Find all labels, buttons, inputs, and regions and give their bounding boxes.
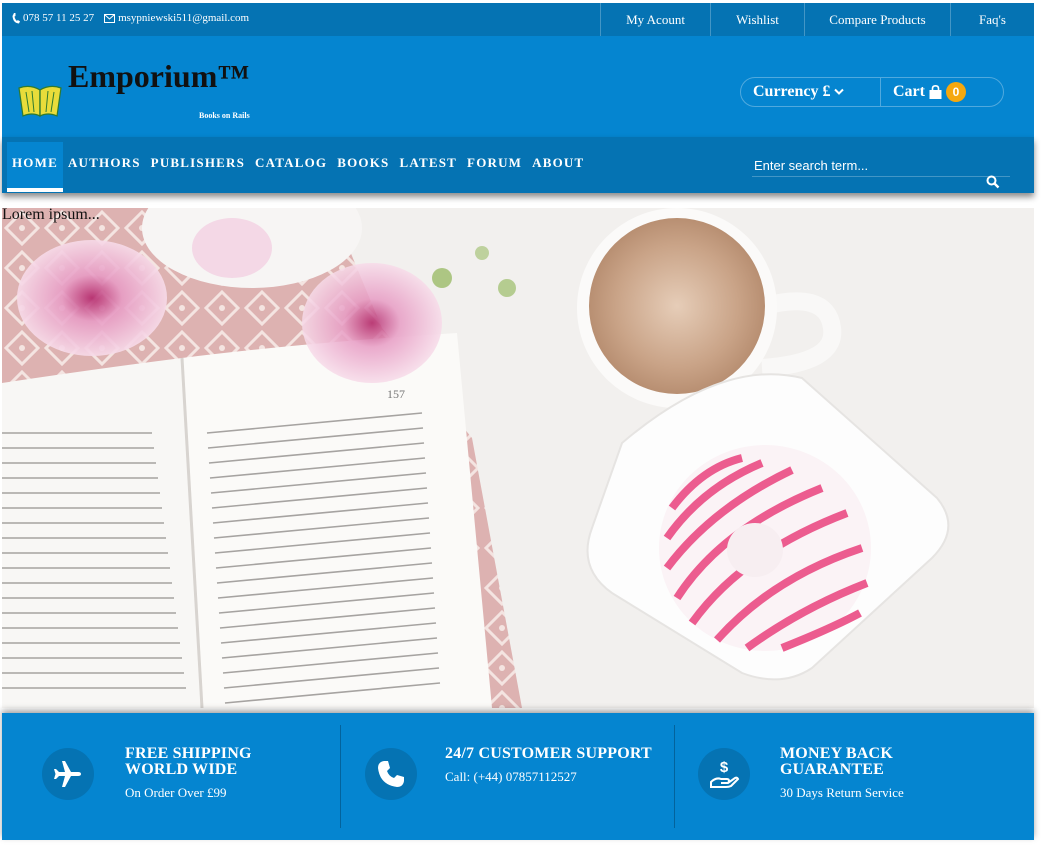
nav-item-latest[interactable]: LATEST bbox=[395, 142, 463, 193]
currency-dropdown[interactable]: Currency £ bbox=[741, 78, 881, 106]
email-contact[interactable]: msypniewski511@gmail.com bbox=[104, 12, 249, 24]
search-input[interactable] bbox=[752, 155, 980, 175]
nav-item-home[interactable]: HOME bbox=[7, 142, 63, 192]
cart-button[interactable]: Cart 0 bbox=[881, 82, 966, 102]
hero-text: Lorem ipsum... bbox=[2, 206, 100, 223]
phone-contact[interactable]: 078 57 11 25 27 bbox=[12, 12, 94, 24]
feature-customer-support: 24/7 CUSTOMER SUPPORT Call: (+44) 078571… bbox=[340, 713, 674, 840]
header: Emporium™ Books on Rails Currency £ Cart… bbox=[2, 36, 1034, 137]
shopping-bag-icon bbox=[929, 85, 942, 99]
my-account-link[interactable]: My Acount bbox=[600, 3, 710, 36]
features-strip: FREE SHIPPING WORLD WIDE On Order Over £… bbox=[2, 713, 1034, 840]
email-address: msypniewski511@gmail.com bbox=[118, 12, 250, 24]
feature-free-shipping: FREE SHIPPING WORLD WIDE On Order Over £… bbox=[2, 713, 340, 840]
svg-text:$: $ bbox=[720, 759, 729, 776]
feature-title: MONEY BACK GUARANTEE bbox=[780, 745, 893, 778]
nav-items: HOME AUTHORS PUBLISHERS CATALOG BOOKS LA… bbox=[7, 142, 589, 193]
feature-subtitle: Call: (+44) 07857112527 bbox=[445, 769, 577, 784]
faqs-link[interactable]: Faq's bbox=[950, 3, 1034, 36]
nav-item-books[interactable]: BOOKS bbox=[332, 142, 394, 193]
nav-item-forum[interactable]: FORUM bbox=[462, 142, 527, 193]
nav-item-publishers[interactable]: PUBLISHERS bbox=[146, 142, 250, 193]
feature-divider bbox=[340, 725, 341, 828]
money-hand-icon: $ bbox=[698, 748, 750, 800]
cart-label: Cart bbox=[893, 83, 925, 100]
hero-illustration: 157 bbox=[2, 208, 1034, 708]
feature-divider bbox=[674, 725, 675, 828]
feature-money-back: $ MONEY BACK GUARANTEE 30 Days Return Se… bbox=[674, 713, 1034, 840]
currency-cart-pill: Currency £ Cart 0 bbox=[740, 77, 1004, 107]
phone-icon bbox=[12, 12, 20, 23]
phone-icon bbox=[365, 748, 417, 800]
feature-title: FREE SHIPPING WORLD WIDE bbox=[125, 745, 252, 778]
phone-number: 078 57 11 25 27 bbox=[23, 12, 95, 24]
search-icon[interactable] bbox=[986, 175, 1000, 189]
cart-count-badge: 0 bbox=[945, 82, 966, 102]
currency-label: Currency £ bbox=[753, 83, 831, 100]
top-links: My Acount Wishlist Compare Products Faq'… bbox=[600, 3, 1034, 36]
top-bar: 078 57 11 25 27 msypniewski511@gmail.com… bbox=[2, 3, 1034, 36]
search-bar bbox=[752, 155, 1010, 189]
brand-title[interactable]: Emporium™ bbox=[68, 58, 249, 95]
feature-subtitle: 30 Days Return Service bbox=[780, 785, 904, 800]
compare-products-link[interactable]: Compare Products bbox=[804, 3, 950, 36]
nav-item-authors[interactable]: AUTHORS bbox=[63, 142, 146, 193]
brand-tagline: Books on Rails bbox=[199, 111, 250, 120]
open-book-logo-icon[interactable] bbox=[16, 82, 64, 118]
feature-title: 24/7 CUSTOMER SUPPORT bbox=[445, 745, 652, 762]
page: 078 57 11 25 27 msypniewski511@gmail.com… bbox=[2, 3, 1034, 840]
contact-info: 078 57 11 25 27 msypniewski511@gmail.com bbox=[12, 12, 249, 24]
wishlist-link[interactable]: Wishlist bbox=[710, 3, 804, 36]
nav-item-about[interactable]: ABOUT bbox=[527, 142, 589, 193]
nav-item-catalog[interactable]: CATALOG bbox=[250, 142, 332, 193]
plane-icon bbox=[42, 748, 94, 800]
svg-text:157: 157 bbox=[387, 387, 405, 401]
feature-subtitle: On Order Over £99 bbox=[125, 785, 227, 800]
envelope-icon bbox=[104, 13, 116, 23]
chevron-down-icon bbox=[834, 88, 845, 95]
hero-banner-image: 157 bbox=[2, 208, 1034, 708]
main-nav: HOME AUTHORS PUBLISHERS CATALOG BOOKS LA… bbox=[2, 137, 1034, 193]
